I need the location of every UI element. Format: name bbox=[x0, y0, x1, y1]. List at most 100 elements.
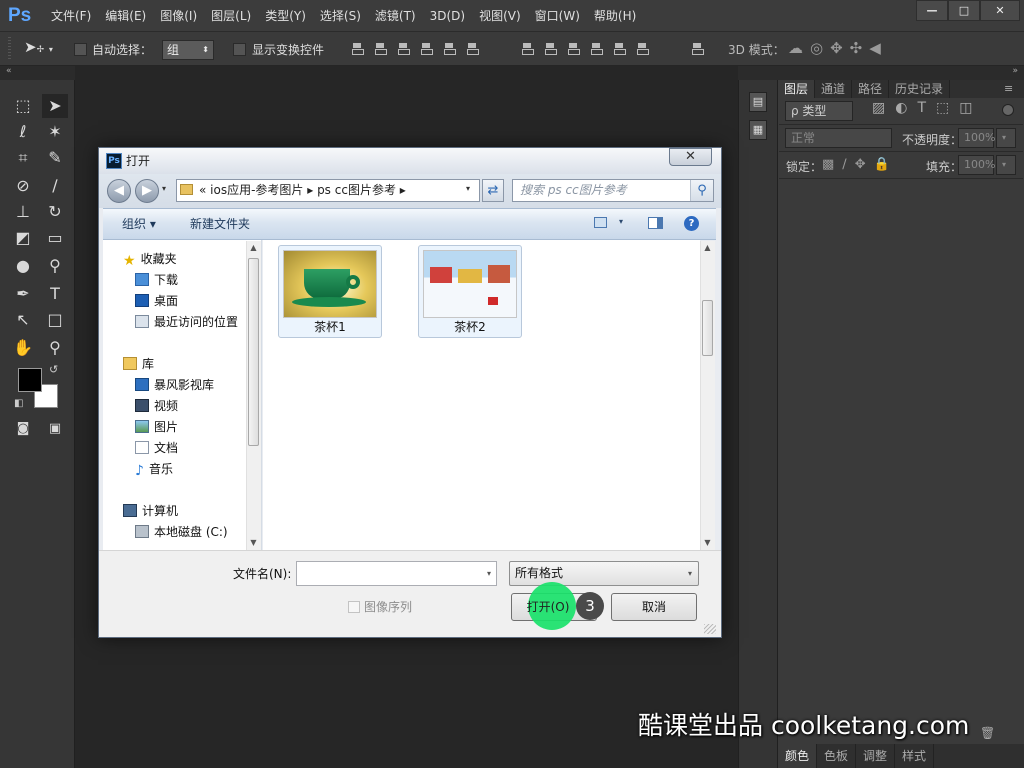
file-scrollbar[interactable] bbox=[700, 241, 715, 550]
menu-window[interactable]: 窗口(W) bbox=[528, 0, 587, 32]
menu-view[interactable]: 视图(V) bbox=[472, 0, 528, 32]
menu-filter[interactable]: 滤镜(T) bbox=[368, 0, 423, 32]
brush-tool-icon[interactable]: ∕ bbox=[42, 174, 68, 198]
distribute-vcenter-icon[interactable] bbox=[543, 40, 557, 56]
filename-input[interactable] bbox=[296, 561, 497, 586]
quick-mask-icon[interactable]: ◙ bbox=[10, 417, 36, 441]
lasso-tool-icon[interactable]: ℓ bbox=[10, 120, 36, 144]
view-dropdown-icon[interactable]: ▾ bbox=[619, 217, 623, 226]
minimize-button[interactable]: — bbox=[916, 0, 948, 21]
eyedropper-tool-icon[interactable]: ✎ bbox=[42, 146, 68, 170]
filename-dropdown-icon[interactable]: ▾ bbox=[483, 563, 495, 584]
nav-music[interactable]: ♪ 音乐 bbox=[135, 459, 173, 480]
eraser-tool-icon[interactable]: ◩ bbox=[10, 226, 36, 250]
nav-scroll-up-icon[interactable]: ▲ bbox=[246, 241, 261, 255]
clone-stamp-tool-icon[interactable]: ⊥ bbox=[10, 200, 36, 224]
move-tool-icon[interactable]: ➤ bbox=[42, 94, 68, 118]
file-type-filter[interactable]: 所有格式 bbox=[509, 561, 699, 586]
menu-type[interactable]: 类型(Y) bbox=[258, 0, 313, 32]
zoom-tool-icon[interactable]: ⚲ bbox=[42, 336, 68, 360]
tab-adjustments[interactable]: 调整 bbox=[856, 744, 896, 768]
nav-scrollbar-thumb[interactable] bbox=[248, 258, 259, 446]
tab-color[interactable]: 颜色 bbox=[778, 744, 818, 768]
nav-computer[interactable]: 计算机 bbox=[123, 501, 178, 522]
opacity-input[interactable]: 100% bbox=[958, 128, 995, 148]
align-top-icon[interactable] bbox=[350, 40, 364, 56]
lock-image-icon[interactable]: ∕ bbox=[842, 157, 854, 172]
hand-tool-icon[interactable]: ✋ bbox=[10, 336, 36, 360]
align-left-icon[interactable] bbox=[419, 40, 433, 56]
tab-paths[interactable]: 路径 bbox=[852, 80, 890, 98]
menu-edit[interactable]: 编辑(E) bbox=[98, 0, 153, 32]
forward-button[interactable]: ▶ bbox=[135, 179, 159, 203]
lock-position-icon[interactable]: ✥ bbox=[855, 157, 874, 172]
auto-select-checkbox[interactable] bbox=[74, 43, 87, 56]
delete-layer-icon[interactable]: 🗑 bbox=[980, 726, 995, 740]
lock-transparent-icon[interactable]: ▩ bbox=[822, 157, 842, 172]
fill-input[interactable]: 100% bbox=[958, 155, 995, 175]
tab-styles[interactable]: 样式 bbox=[895, 744, 935, 768]
properties-panel-icon[interactable]: ▤ bbox=[749, 92, 767, 112]
file-scrollbar-thumb[interactable] bbox=[702, 300, 713, 356]
distribute-right-icon[interactable] bbox=[635, 40, 649, 56]
collapse-arrows-icon[interactable]: « bbox=[6, 66, 12, 76]
tab-history[interactable]: 历史记录 bbox=[889, 80, 951, 98]
resize-grip[interactable] bbox=[704, 624, 716, 634]
move-tool-icon[interactable]: ➤✢ ▾ bbox=[24, 38, 53, 56]
nav-videos[interactable]: 视频 bbox=[135, 396, 178, 417]
dialog-close-button[interactable]: ✕ bbox=[669, 148, 712, 166]
rectangle-tool-icon[interactable]: □ bbox=[42, 308, 68, 332]
nav-downloads[interactable]: 下载 bbox=[135, 270, 178, 291]
default-colors-icon[interactable]: ◧ bbox=[14, 398, 23, 409]
menu-file[interactable]: 文件(F) bbox=[44, 0, 98, 32]
nav-favorites[interactable]: ★ 收藏夹 bbox=[123, 249, 177, 270]
nav-libraries[interactable]: 库 bbox=[123, 354, 154, 375]
dodge-tool-icon[interactable]: ⚲ bbox=[42, 254, 68, 278]
new-folder-button[interactable]: 新建文件夹 bbox=[190, 208, 250, 240]
marquee-tool-icon[interactable]: ⬚ bbox=[10, 94, 36, 118]
menu-image[interactable]: 图像(I) bbox=[153, 0, 204, 32]
healing-brush-tool-icon[interactable]: ⊘ bbox=[10, 174, 36, 198]
opacity-dropdown-icon[interactable]: ▾ bbox=[996, 128, 1016, 148]
blend-mode-dropdown[interactable]: 正常 bbox=[785, 128, 892, 148]
3d-slide-icon[interactable]: ✣ bbox=[850, 39, 870, 57]
magic-wand-tool-icon[interactable]: ✶ bbox=[42, 120, 68, 144]
menu-layer[interactable]: 图层(L) bbox=[204, 0, 258, 32]
align-right-icon[interactable] bbox=[465, 40, 479, 56]
type-tool-icon[interactable]: T bbox=[42, 282, 68, 306]
distribute-top-icon[interactable] bbox=[520, 40, 534, 56]
history-brush-tool-icon[interactable]: ↻ bbox=[42, 200, 68, 224]
distribute-hcenter-icon[interactable] bbox=[612, 40, 626, 56]
align-bottom-icon[interactable] bbox=[396, 40, 410, 56]
filter-toggle[interactable] bbox=[1002, 104, 1014, 116]
organize-button[interactable]: 组织 ▾ bbox=[122, 208, 156, 240]
path-selection-tool-icon[interactable]: ↖ bbox=[10, 308, 36, 332]
tab-swatches[interactable]: 色板 bbox=[817, 744, 857, 768]
address-bar[interactable]: « ios应用-参考图片 ▸ ps cc图片参考 ▸ bbox=[176, 179, 480, 202]
menu-select[interactable]: 选择(S) bbox=[313, 0, 368, 32]
recent-locations-icon[interactable]: ▾ bbox=[162, 184, 166, 193]
nav-local-disk-c[interactable]: 本地磁盘 (C:) bbox=[135, 522, 228, 543]
crop-tool-icon[interactable]: ⌗ bbox=[10, 146, 36, 170]
align-hcenter-icon[interactable] bbox=[442, 40, 456, 56]
nav-documents[interactable]: 文档 bbox=[135, 438, 178, 459]
screen-mode-icon[interactable]: ▣ bbox=[42, 417, 68, 441]
nav-pictures[interactable]: 图片 bbox=[135, 417, 178, 438]
filter-type-icon[interactable]: T bbox=[917, 100, 936, 116]
maximize-button[interactable]: □ bbox=[948, 0, 980, 21]
preview-pane-icon[interactable] bbox=[648, 217, 663, 229]
gradient-tool-icon[interactable]: ▭ bbox=[42, 226, 68, 250]
nav-recent-places[interactable]: 最近访问的位置 bbox=[135, 312, 238, 333]
blur-tool-icon[interactable]: ● bbox=[10, 254, 36, 278]
distribute-left-icon[interactable] bbox=[589, 40, 603, 56]
nav-storm-video[interactable]: 暴风影视库 bbox=[135, 375, 214, 396]
filter-smart-icon[interactable]: ◫ bbox=[959, 100, 982, 116]
auto-select-dropdown[interactable]: 组 ⬍ bbox=[162, 40, 214, 60]
cancel-button[interactable]: 取消 bbox=[611, 593, 697, 621]
notes-panel-icon[interactable]: ▦ bbox=[749, 120, 767, 140]
distribute-bottom-icon[interactable] bbox=[566, 40, 580, 56]
file-scroll-up-icon[interactable]: ▲ bbox=[700, 241, 715, 255]
nav-desktop[interactable]: 桌面 bbox=[135, 291, 178, 312]
menu-3d[interactable]: 3D(D) bbox=[423, 0, 472, 32]
filter-shape-icon[interactable]: ⬚ bbox=[936, 100, 959, 116]
